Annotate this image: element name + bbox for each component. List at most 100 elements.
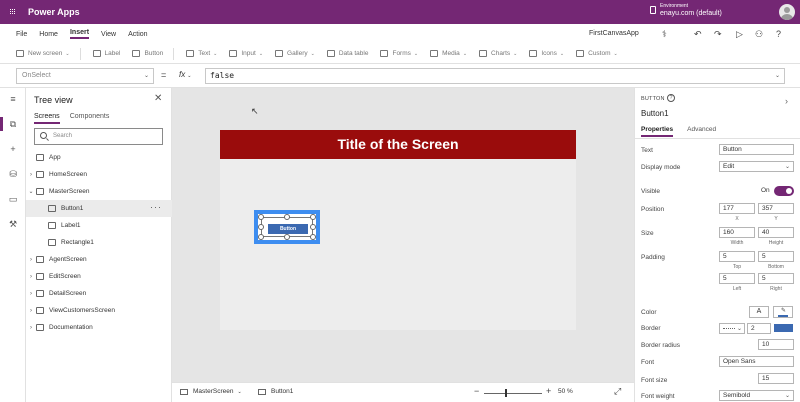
- border-color-swatch[interactable]: [774, 324, 793, 332]
- zoom-in-button[interactable]: +: [546, 386, 551, 396]
- resize-handle[interactable]: [284, 234, 290, 240]
- formula-input[interactable]: false ⌄: [205, 68, 785, 84]
- resize-handle[interactable]: [258, 224, 264, 230]
- function-button[interactable]: fx ⌄: [174, 68, 204, 84]
- app-launcher-icon[interactable]: [10, 9, 16, 15]
- environment-picker[interactable]: Environment enayu.com (default): [650, 3, 722, 17]
- hamburger-icon[interactable]: ≡: [8, 94, 18, 104]
- play-icon[interactable]: ▷: [736, 29, 743, 40]
- tree-item-editscreen[interactable]: › EditScreen: [26, 268, 172, 285]
- tree-item-label1[interactable]: Label1: [26, 217, 172, 234]
- zoom-slider[interactable]: [484, 393, 542, 394]
- media-rail-icon[interactable]: ▭: [8, 194, 18, 204]
- chevron-right-icon[interactable]: ›: [26, 172, 36, 178]
- resize-handle[interactable]: [310, 234, 316, 240]
- resize-handle[interactable]: [258, 234, 264, 240]
- new-screen-button[interactable]: New screen ⌄: [16, 50, 70, 57]
- menu-file[interactable]: File: [16, 31, 27, 38]
- zoom-level[interactable]: 50 %: [558, 388, 573, 395]
- position-y-input[interactable]: 357: [758, 203, 794, 214]
- chevron-right-icon[interactable]: ›: [26, 274, 36, 280]
- search-input[interactable]: Search: [34, 128, 163, 145]
- expand-formula-icon[interactable]: ⌄: [775, 72, 780, 79]
- tree-view-icon[interactable]: ⧉: [8, 119, 18, 129]
- menu-insert[interactable]: Insert: [69, 29, 90, 39]
- chevron-right-icon[interactable]: ›: [26, 325, 36, 331]
- menu-home[interactable]: Home: [39, 31, 58, 38]
- text-property-input[interactable]: Button: [719, 144, 794, 155]
- insert-plus-icon[interactable]: +: [8, 144, 18, 154]
- app-checker-icon[interactable]: ⚕: [662, 29, 667, 40]
- resize-handle[interactable]: [258, 214, 264, 220]
- tab-advanced[interactable]: Advanced: [687, 126, 716, 137]
- property-dropdown[interactable]: OnSelect ⌄: [16, 68, 154, 84]
- master-screen-preview[interactable]: Title of the Screen Button: [220, 130, 576, 330]
- fit-to-window-icon[interactable]: ⤢: [614, 386, 621, 397]
- resize-handle[interactable]: [284, 214, 290, 220]
- padding-bottom-input[interactable]: 5: [758, 251, 794, 262]
- tree-item-viewcustomersscreen[interactable]: › ViewCustomersScreen: [26, 302, 172, 319]
- font-color-picker[interactable]: A: [749, 306, 769, 318]
- help-icon[interactable]: ?: [776, 29, 781, 39]
- advanced-tools-icon[interactable]: ⚒: [8, 219, 18, 229]
- height-input[interactable]: 40: [758, 227, 794, 238]
- tab-screens[interactable]: Screens: [34, 113, 60, 124]
- media-menu[interactable]: Media ⌄: [430, 50, 467, 57]
- zoom-slider-thumb[interactable]: [505, 389, 507, 397]
- undo-icon[interactable]: ↶: [694, 29, 702, 40]
- font-size-input[interactable]: 15: [758, 373, 794, 384]
- charts-menu[interactable]: Charts ⌄: [479, 50, 517, 57]
- collapse-panel-icon[interactable]: ›: [785, 96, 788, 106]
- more-options-icon[interactable]: ···: [150, 202, 162, 212]
- padding-top-input[interactable]: 5: [719, 251, 755, 262]
- tree-item-homescreen[interactable]: › HomeScreen: [26, 166, 172, 183]
- control-name[interactable]: Button1: [641, 109, 669, 118]
- menu-view[interactable]: View: [101, 31, 116, 38]
- data-table-button[interactable]: Data table: [326, 50, 368, 57]
- display-mode-dropdown[interactable]: Edit ⌄: [719, 161, 794, 172]
- tree-item-detailscreen[interactable]: › DetailScreen: [26, 285, 172, 302]
- tree-item-masterscreen[interactable]: ⌄ MasterScreen: [26, 183, 172, 200]
- screen-breadcrumb[interactable]: MasterScreen ⌄: [180, 388, 242, 395]
- chevron-down-icon[interactable]: ⌄: [26, 188, 36, 195]
- icons-menu[interactable]: Icons ⌄: [529, 50, 564, 57]
- fill-color-picker[interactable]: ✎: [773, 306, 793, 318]
- resize-handle[interactable]: [310, 224, 316, 230]
- share-icon[interactable]: ⚇: [755, 29, 763, 40]
- redo-icon[interactable]: ↷: [714, 29, 722, 40]
- font-weight-dropdown[interactable]: Semibold ⌄: [719, 390, 794, 401]
- padding-left-input[interactable]: 5: [719, 273, 755, 284]
- avatar[interactable]: [779, 4, 795, 20]
- gallery-menu[interactable]: Gallery ⌄: [275, 50, 315, 57]
- menu-action[interactable]: Action: [128, 31, 147, 38]
- padding-right-input[interactable]: 5: [758, 273, 794, 284]
- input-menu[interactable]: Input ⌄: [229, 50, 263, 57]
- chevron-right-icon[interactable]: ›: [26, 291, 36, 297]
- tree-item-app[interactable]: App: [26, 149, 172, 166]
- forms-menu[interactable]: Forms ⌄: [380, 50, 418, 57]
- border-radius-input[interactable]: 10: [758, 339, 794, 350]
- visible-toggle[interactable]: [774, 186, 794, 196]
- design-canvas[interactable]: ↖ Title of the Screen Button: [172, 88, 634, 382]
- position-x-input[interactable]: 177: [719, 203, 755, 214]
- canvas-button[interactable]: Button: [268, 224, 308, 234]
- chevron-right-icon[interactable]: ›: [26, 308, 36, 314]
- chevron-right-icon[interactable]: ›: [26, 257, 36, 263]
- screen-title-label[interactable]: Title of the Screen: [220, 130, 576, 159]
- border-width-input[interactable]: 2: [747, 323, 771, 334]
- zoom-out-button[interactable]: −: [474, 386, 479, 396]
- button-button[interactable]: Button: [132, 50, 163, 57]
- text-menu[interactable]: Text ⌄: [186, 50, 217, 57]
- resize-handle[interactable]: [310, 214, 316, 220]
- tree-item-rectangle1[interactable]: Rectangle1: [26, 234, 172, 251]
- custom-menu[interactable]: Custom ⌄: [576, 50, 618, 57]
- border-style-dropdown[interactable]: ⌄: [719, 323, 745, 334]
- control-breadcrumb[interactable]: Button1: [258, 388, 293, 395]
- width-input[interactable]: 160: [719, 227, 755, 238]
- tab-components[interactable]: Components: [70, 113, 110, 124]
- selected-button-frame[interactable]: Button: [254, 210, 320, 244]
- data-icon[interactable]: ⛁: [8, 169, 18, 179]
- font-dropdown[interactable]: Open Sans: [719, 356, 794, 367]
- tree-item-documentation[interactable]: › Documentation: [26, 319, 172, 336]
- tab-properties[interactable]: Properties: [641, 126, 674, 137]
